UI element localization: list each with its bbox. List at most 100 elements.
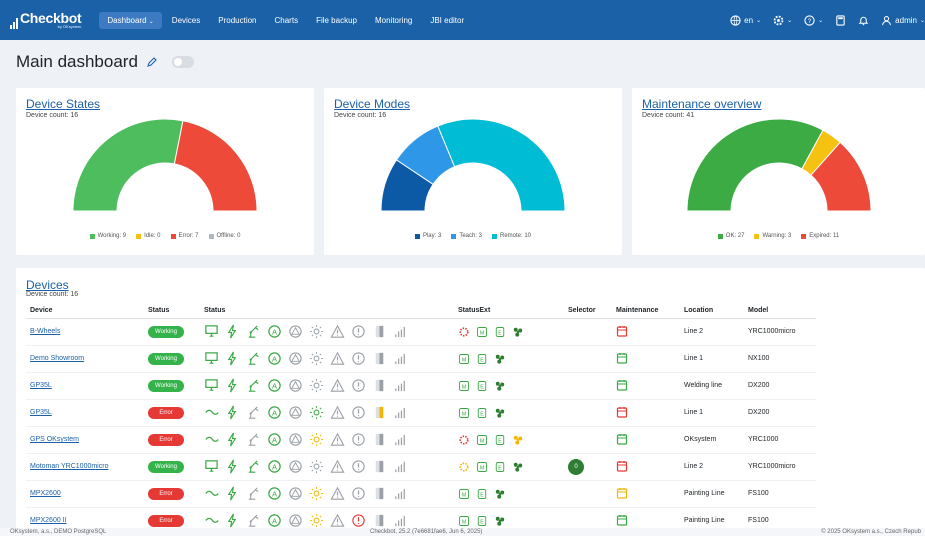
edit-pencil-icon[interactable] (146, 56, 158, 68)
edit-mode-toggle[interactable] (171, 56, 194, 68)
model-cell: FS100 (744, 480, 816, 508)
sun-icon (309, 432, 324, 447)
col-status[interactable]: Status (144, 304, 200, 319)
power-bolt-icon (227, 378, 237, 393)
device-cell[interactable]: B-Wheels (26, 318, 144, 346)
user-menu[interactable]: admin ⌄ (881, 15, 925, 26)
device-link[interactable]: MPX2600 II (30, 517, 67, 524)
legend-item[interactable]: Play: 3 (414, 233, 441, 239)
robot-arm-icon (248, 325, 259, 338)
power-bolt-icon (227, 432, 237, 447)
table-row[interactable]: GP35L Error A ME Line 1 DX200 (26, 399, 816, 427)
hold-icon (289, 433, 302, 446)
legend-item[interactable]: Teach: 3 (451, 233, 482, 239)
device-cell[interactable]: GPS OKsystem (26, 426, 144, 454)
external-icon: E (477, 353, 487, 364)
device-link[interactable]: B-Wheels (30, 328, 60, 335)
legend-swatch (717, 233, 723, 239)
devices-title[interactable]: Devices (26, 278, 69, 292)
legend-item[interactable]: Error: 7 (170, 233, 199, 239)
device-cell[interactable]: GP35L (26, 399, 144, 427)
external-icon: E (477, 488, 487, 499)
hold-icon (289, 379, 302, 392)
table-row[interactable]: B-Wheels Working A ME Line 2 YRC1000micr… (26, 318, 816, 346)
device-link[interactable]: GP35L (30, 409, 52, 416)
legend-item[interactable]: Idle: 0 (136, 233, 161, 239)
col-device[interactable]: Device (26, 304, 144, 319)
device-link[interactable]: MPX2600 (30, 490, 61, 497)
device-link[interactable]: Demo Showroom (30, 355, 84, 362)
notifications-button[interactable] (858, 15, 869, 26)
help-dropdown[interactable]: ? ⌄ (804, 14, 823, 26)
brand-logo[interactable]: Checkbot by OKsystem (10, 11, 82, 29)
legend-item[interactable]: Expired: 11 (801, 233, 839, 239)
col-status-icons[interactable]: Status (200, 304, 454, 319)
maintenance-cell[interactable] (612, 453, 680, 481)
legend-item[interactable]: Working: 9 (89, 233, 126, 239)
nav-file-backup[interactable]: File backup (308, 12, 365, 29)
legend-item[interactable]: Remote: 10 (492, 233, 531, 239)
table-row[interactable]: MPX2600 Error A ME Painting Line FS100 (26, 480, 816, 508)
maintenance-cell[interactable] (612, 426, 680, 454)
table-row[interactable]: Demo Showroom Working A ME Line 1 NX100 (26, 345, 816, 373)
selector-cell (564, 426, 612, 454)
power-bolt-icon (227, 486, 237, 501)
signal-icon (395, 488, 405, 500)
page-title-row: Main dashboard (16, 52, 194, 72)
status-icons-cell: A (200, 453, 454, 481)
col-selector[interactable]: Selector (564, 304, 612, 319)
device-cell[interactable]: MPX2600 (26, 480, 144, 508)
calendar-icon (616, 514, 628, 526)
external-icon: E (495, 326, 505, 337)
nav-production[interactable]: Production (210, 12, 264, 29)
nav-dashboard[interactable]: Dashboard ⌄ (99, 11, 162, 29)
chart-legend: OK: 27 Warning: 3 Expired: 11 (632, 233, 925, 239)
language-dropdown[interactable]: en ⌄ (730, 14, 761, 26)
gauge-segment-error[interactable] (173, 120, 258, 212)
col-model[interactable]: Model (744, 304, 816, 319)
sun-icon (309, 486, 324, 501)
gauge-segment-remote[interactable] (437, 118, 566, 212)
devices-table: Device Status Status StatusExt Selector … (26, 304, 816, 535)
calculator-button[interactable] (835, 14, 846, 26)
device-cell[interactable]: GP35L (26, 372, 144, 400)
col-location[interactable]: Location (680, 304, 744, 319)
table-row[interactable]: GP35L Working A ME Welding line DX200 (26, 372, 816, 400)
legend-item[interactable]: Offline: 0 (208, 233, 240, 239)
maintenance-cell[interactable] (612, 318, 680, 346)
device-cell[interactable]: Motoman YRC1000micro (26, 453, 144, 481)
nav-charts[interactable]: Charts (267, 12, 307, 29)
legend-label: Idle: 0 (144, 233, 161, 239)
legend-item[interactable]: OK: 27 (717, 233, 744, 239)
fan-icon (495, 489, 505, 499)
gauge-segment-working[interactable] (72, 118, 184, 212)
card-title[interactable]: Maintenance overview (642, 97, 761, 111)
device-cell[interactable]: Demo Showroom (26, 345, 144, 373)
fan-icon (495, 381, 505, 391)
legend-item[interactable]: Warning: 3 (754, 233, 791, 239)
maintenance-cell[interactable] (612, 399, 680, 427)
nav-jbi-editor[interactable]: JBI editor (422, 12, 472, 29)
card-title[interactable]: Device Modes (334, 97, 410, 111)
maintenance-cell[interactable] (612, 345, 680, 373)
nav-devices[interactable]: Devices (164, 12, 208, 29)
gauge-segment-ok[interactable] (686, 118, 824, 212)
card-title[interactable]: Device States (26, 97, 100, 111)
status-badge: Working (148, 325, 184, 338)
settings-dropdown[interactable]: ⌄ (773, 15, 792, 26)
battery-icon (375, 460, 384, 473)
device-link[interactable]: GPS OKsystem (30, 436, 79, 443)
col-statusext[interactable]: StatusExt (454, 304, 564, 319)
table-row[interactable]: Motoman YRC1000micro Working A ME 0 Line… (26, 453, 816, 481)
location-cell: OKsystem (680, 426, 744, 454)
maintenance-cell[interactable] (612, 372, 680, 400)
table-row[interactable]: GPS OKsystem Error A ME OKsystem YRC1000 (26, 426, 816, 454)
teach-pendant-icon (205, 436, 219, 442)
device-link[interactable]: Motoman YRC1000micro (30, 463, 108, 470)
legend-swatch (492, 233, 497, 239)
col-maintenance[interactable]: Maintenance (612, 304, 680, 319)
device-link[interactable]: GP35L (30, 382, 52, 389)
auto-mode-icon: A (268, 352, 281, 365)
maintenance-cell[interactable] (612, 480, 680, 508)
nav-monitoring[interactable]: Monitoring (367, 12, 420, 29)
